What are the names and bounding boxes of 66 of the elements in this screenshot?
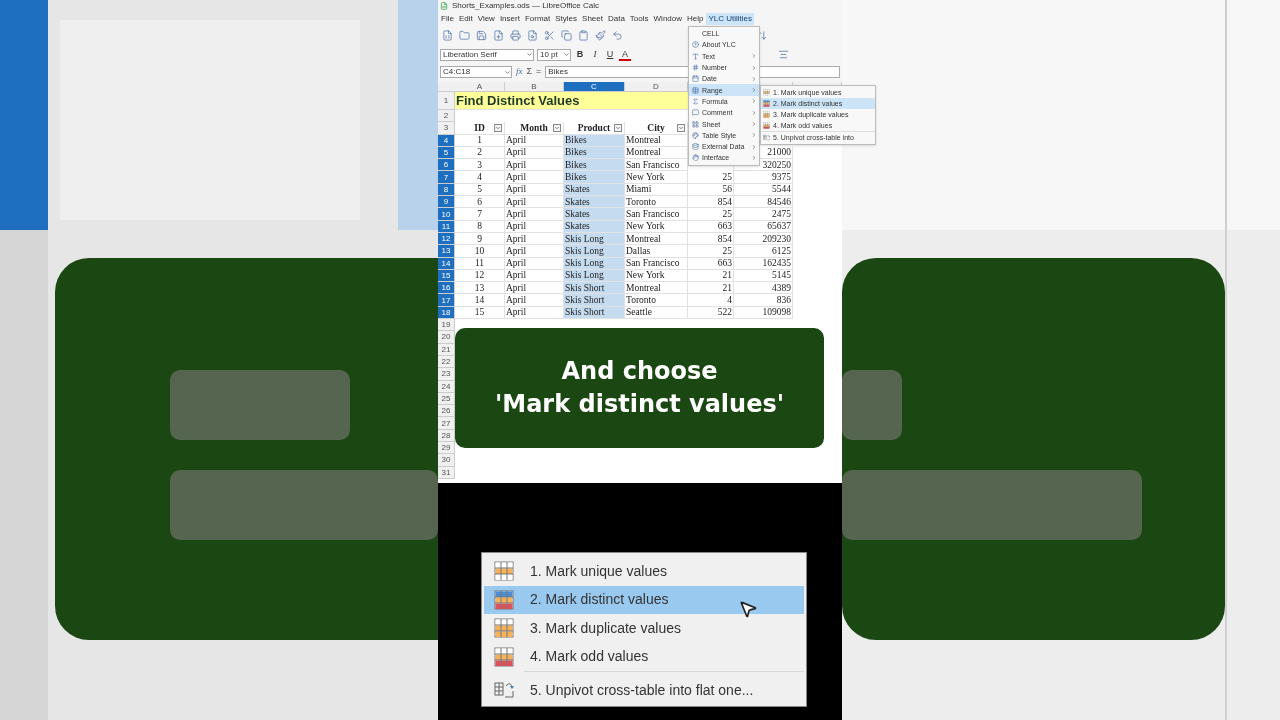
table-cell: San Francisco bbox=[625, 208, 688, 221]
table-cell: Miami bbox=[625, 183, 688, 197]
table-cell: Seattle bbox=[625, 306, 688, 320]
table-cell: 6125 bbox=[734, 245, 793, 258]
table-cell: New York bbox=[625, 171, 688, 184]
table-cell: 2 bbox=[455, 146, 505, 160]
table-cell: 4 bbox=[455, 171, 505, 184]
caption-text: 'Mark distinct values' bbox=[494, 389, 785, 420]
table-cell: 209230 bbox=[734, 232, 793, 246]
table-cell: 162435 bbox=[734, 257, 793, 270]
table-cell: 21 bbox=[688, 269, 734, 283]
table-cell: Skis Short bbox=[564, 294, 625, 307]
table-cell: 663 bbox=[688, 220, 734, 233]
column-heading: Product bbox=[577, 121, 611, 135]
table-cell: Montreal bbox=[625, 282, 688, 295]
table-cell: 10 bbox=[455, 245, 505, 258]
table-cell: 14 bbox=[455, 294, 505, 307]
table-cell: 7 bbox=[455, 208, 505, 221]
table-cell: 3 bbox=[455, 159, 505, 172]
table-cell: 25 bbox=[688, 171, 734, 184]
table-cell: 854 bbox=[688, 232, 734, 246]
table-cell: 4 bbox=[688, 294, 734, 307]
table-cell: 8 bbox=[455, 220, 505, 233]
table-cell: 2475 bbox=[734, 208, 793, 221]
table-cell: Bikes bbox=[564, 159, 625, 172]
table-cell: 11 bbox=[455, 257, 505, 270]
table-cell: 663 bbox=[688, 257, 734, 270]
column-heading: City bbox=[647, 121, 665, 135]
table-cell: 6 bbox=[455, 196, 505, 209]
table-cell: 4389 bbox=[734, 282, 793, 295]
table-cell: 9375 bbox=[734, 171, 793, 184]
table-cell: Montreal bbox=[625, 232, 688, 246]
table-cell: Toronto bbox=[625, 294, 688, 307]
window-title: Shorts_Examples.ods — LibreOffice Calc bbox=[452, 1, 600, 11]
table-cell: 5544 bbox=[734, 183, 793, 197]
table-cell: New York bbox=[625, 220, 688, 233]
sheet-title: Find Distinct Values bbox=[455, 91, 580, 110]
table-cell: 836 bbox=[734, 294, 793, 307]
table-cell: Toronto bbox=[625, 196, 688, 209]
table-cell: 12 bbox=[455, 269, 505, 283]
table-cell: 5 bbox=[455, 183, 505, 197]
table-cell: 65637 bbox=[734, 220, 793, 233]
table-cell: 109098 bbox=[734, 306, 793, 320]
table-cell: Bikes bbox=[564, 171, 625, 184]
table-cell: New York bbox=[625, 269, 688, 283]
table-cell: Skis Long bbox=[564, 245, 625, 258]
table-cell: 84546 bbox=[734, 196, 793, 209]
caption-text: And choose bbox=[561, 356, 718, 387]
table-cell: 15 bbox=[455, 306, 505, 320]
table-cell: 522 bbox=[688, 306, 734, 320]
table-cell: 1 bbox=[455, 134, 505, 147]
table-cell: Skates bbox=[564, 208, 625, 221]
table-cell: Dallas bbox=[625, 245, 688, 258]
table-cell: 854 bbox=[688, 196, 734, 209]
table-cell: 5145 bbox=[734, 269, 793, 283]
column-heading: Month bbox=[520, 121, 548, 135]
table-cell: 13 bbox=[455, 282, 505, 295]
table-cell: 21 bbox=[688, 282, 734, 295]
table-cell: Skis Short bbox=[564, 282, 625, 295]
table-cell: San Francisco bbox=[625, 257, 688, 270]
table-cell: 25 bbox=[688, 208, 734, 221]
table-cell: Skates bbox=[564, 196, 625, 209]
column-heading: ID bbox=[474, 121, 485, 135]
table-cell: 9 bbox=[455, 232, 505, 246]
table-cell: 25 bbox=[688, 245, 734, 258]
table-cell: 56 bbox=[688, 183, 734, 197]
